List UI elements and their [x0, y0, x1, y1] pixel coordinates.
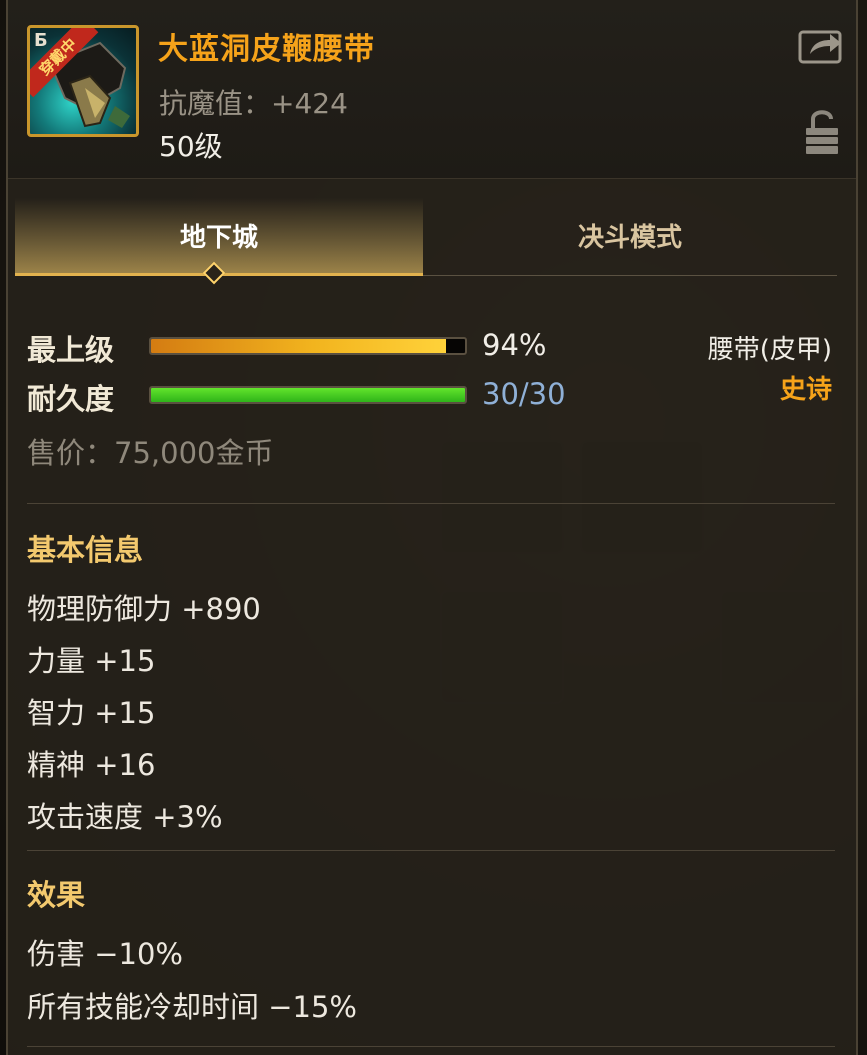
magic-resist-stat: 抗魔值：+424 [159, 87, 348, 120]
tab-pvp-mode[interactable]: 决斗模式 [423, 198, 837, 276]
item-level: 50级 [159, 130, 223, 163]
item-slot-type: 腰带(皮甲) [707, 335, 832, 365]
belt-item-icon: Б 穿戴中 [27, 25, 139, 137]
basic-info-title: 基本信息 [27, 533, 144, 567]
share-icon[interactable] [798, 26, 844, 64]
durability-bar [149, 386, 467, 404]
attribute-line: 精神 +16 [27, 748, 156, 782]
top-grade-label: 最上级 [27, 333, 115, 367]
top-grade-bar [149, 337, 467, 355]
item-rarity: 史诗 [779, 375, 832, 405]
tooltip-header: Б 穿戴中 大蓝洞皮鞭腰带 抗魔值：+424 50级 [8, 0, 856, 179]
attribute-line: 物理防御力 +890 [27, 592, 261, 626]
lock-icon[interactable] [804, 106, 840, 156]
attribute-line: 智力 +15 [27, 696, 156, 730]
effect-line: 所有技能冷却时间 −15% [27, 990, 357, 1024]
tab-dungeon[interactable]: 地下城 [15, 198, 423, 276]
top-grade-bar-fill [151, 339, 447, 353]
item-tooltip-panel: Б 穿戴中 大蓝洞皮鞭腰带 抗魔值：+424 50级 地下城 决斗模式 最上级 … [6, 0, 858, 1055]
durability-bar-fill [151, 388, 465, 402]
icon-corner-label: Б [34, 30, 48, 51]
top-grade-value: 94% [482, 328, 547, 362]
durability-label: 耐久度 [27, 382, 115, 416]
divider [27, 850, 835, 851]
item-name: 大蓝洞皮鞭腰带 [158, 32, 375, 67]
durability-value: 30/30 [482, 377, 566, 411]
effects-title: 效果 [27, 878, 86, 912]
attribute-line: 力量 +15 [27, 644, 156, 678]
sell-price: 售价：75,000金币 [27, 436, 274, 470]
effect-line: 伤害 −10% [27, 937, 183, 971]
attribute-line: 攻击速度 +3% [27, 800, 223, 834]
divider [27, 503, 835, 504]
divider [27, 1046, 835, 1047]
